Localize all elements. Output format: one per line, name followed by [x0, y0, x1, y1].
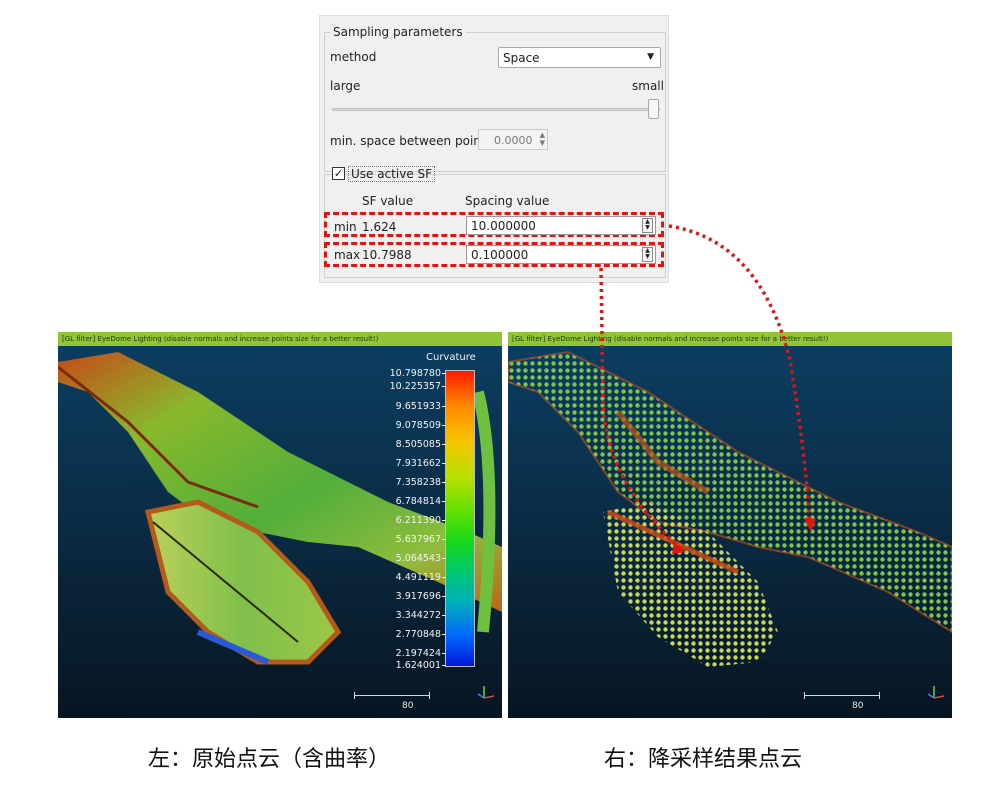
method-label: method: [330, 50, 377, 64]
min-spacing-input[interactable]: 10.000000 ▲ ▼: [466, 216, 656, 235]
colorbar-tick: 9.078509: [396, 420, 446, 431]
colorbar-tick: 1.624001: [396, 660, 446, 671]
use-active-sf-checkbox[interactable]: ✓: [332, 167, 345, 180]
left-caption: 左：原始点云（含曲率）: [148, 747, 391, 772]
colorbar-tick: 7.358238: [396, 477, 446, 488]
right-3d-view[interactable]: [GL filter] EyeDome Lighting (disable no…: [508, 332, 952, 718]
spacing-slider-track[interactable]: [332, 108, 660, 111]
spin-arrows-icon[interactable]: ▲ ▼: [540, 131, 545, 147]
downsampled-point-cloud: [508, 350, 952, 667]
min-sf-value: 1.624: [362, 220, 397, 234]
max-row-label: max: [334, 248, 361, 262]
colorbar-tick: 6.784814: [396, 496, 446, 507]
colorbar-tick: 5.064543: [396, 553, 446, 564]
spacing-value-header: Spacing value: [465, 194, 550, 208]
slider-large-label: large: [330, 79, 361, 93]
max-sf-value: 10.7988: [362, 248, 412, 262]
min-space-value: 0.0000: [494, 134, 533, 147]
axis-triad-icon: [927, 686, 945, 699]
axis-triad-icon: [477, 686, 495, 699]
sf-value-header: SF value: [362, 194, 414, 208]
colorbar-tick: 7.931662: [396, 458, 446, 469]
colorbar-tick: 10.798780: [390, 368, 446, 379]
min-row-label: min: [334, 220, 357, 234]
max-spacing-input[interactable]: 0.100000 ▲ ▼: [466, 245, 656, 264]
min-space-label: min. space between points: [330, 134, 492, 148]
method-value: Space: [503, 51, 540, 65]
spin-arrows-icon[interactable]: ▲ ▼: [642, 218, 653, 233]
min-spacing-value: 10.000000: [471, 219, 536, 233]
scale-label: 80: [852, 701, 864, 711]
left-3d-view[interactable]: [GL filter] EyeDome Lighting (disable no…: [58, 332, 502, 718]
colorbar-tick: 9.651933: [396, 401, 446, 412]
colorbar-tick: 5.637967: [396, 534, 446, 545]
colorbar-tick: 10.225357: [390, 381, 446, 392]
colorbar-tick: 3.344272: [396, 610, 446, 621]
colorbar-tick: 2.770848: [396, 629, 446, 640]
spacing-slider-handle[interactable]: [648, 99, 659, 119]
use-active-sf-label[interactable]: Use active SF: [348, 166, 436, 182]
colorbar-title: Curvature: [426, 352, 476, 363]
right-caption: 右：降采样结果点云: [604, 747, 803, 772]
colorbar-tick: 8.505085: [396, 439, 446, 450]
chevron-down-icon: ▼: [647, 52, 654, 62]
spin-arrows-icon[interactable]: ▲ ▼: [642, 247, 653, 262]
scale-label: 80: [402, 701, 414, 711]
max-spacing-value: 0.100000: [471, 248, 529, 262]
colorbar-tick: 2.197424: [396, 648, 446, 659]
scale-bar: [804, 692, 880, 699]
colorbar-tick: 3.917696: [396, 591, 446, 602]
scale-bar: [354, 692, 430, 699]
colorbar-tick: 6.211390: [396, 515, 446, 526]
min-space-spinbox[interactable]: 0.0000 ▲ ▼: [478, 129, 548, 150]
slider-small-label: small: [632, 79, 664, 93]
curvature-colorbar: [445, 370, 475, 667]
group-title: Sampling parameters: [330, 25, 466, 39]
method-select[interactable]: Space ▼: [498, 47, 661, 68]
sampling-dialog: Sampling parameters method Space ▼ large…: [319, 15, 669, 283]
colorbar-tick: 4.491119: [396, 572, 446, 583]
